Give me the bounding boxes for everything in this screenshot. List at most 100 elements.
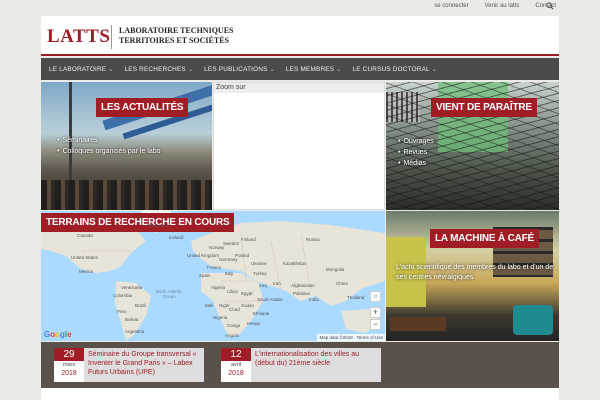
login-link[interactable]: se connecter: [434, 3, 468, 9]
tile-zoom[interactable]: Zoom sur: [213, 82, 385, 210]
chevron-down-icon: ⌄: [336, 66, 342, 73]
tile-actualites-label[interactable]: LES ACTUALITÉS: [96, 98, 189, 117]
footer-strip: [41, 388, 559, 400]
vient-link-ouvrages[interactable]: Ouvrages: [398, 138, 433, 145]
actualites-links: Séminaires Colloques organisés par le la…: [57, 137, 161, 159]
tile-vient-de-paraitre[interactable]: VIENT DE PARAÎTRE Ouvrages Revues Médias: [386, 82, 559, 210]
google-logo[interactable]: Google: [44, 330, 72, 339]
nav-item-publications[interactable]: LES PUBLICATIONS ⌄: [204, 66, 286, 73]
map-label: Argentina: [125, 329, 145, 334]
logo-divider: [111, 25, 112, 49]
tile-terrains-map[interactable]: TERRAINS DE RECHERCHE EN COURS Greenland…: [41, 211, 385, 341]
map-label: Congo: [227, 323, 241, 328]
map-label: Thailand: [347, 295, 365, 300]
map-label: Afghanistan: [291, 283, 315, 288]
tile-cafe-label[interactable]: LA MACHINE À CAFÉ: [430, 229, 540, 248]
map-ocean-label: North Atlantic Ocean: [155, 289, 183, 299]
event-day: 12: [221, 348, 251, 361]
map-label: Kenya: [247, 321, 260, 326]
zoom-heading: Zoom sur: [214, 83, 384, 93]
event-month: avril: [230, 362, 242, 368]
map-label: Sudan: [241, 303, 255, 308]
event-year: 2018: [228, 370, 244, 377]
map-attribution: Map data ©2018 Terms of Use: [317, 334, 385, 341]
chevron-down-icon: ⌄: [431, 66, 438, 73]
map-label: Italy: [225, 271, 234, 276]
map-zoom-out-button[interactable]: −: [370, 319, 381, 330]
map-label: United Kingdom: [187, 253, 220, 258]
event-item[interactable]: 12 avril 2018 L'internationalisation des…: [221, 348, 381, 382]
map-terms-link[interactable]: Terms of Use: [356, 335, 383, 340]
map-zoom-in-button[interactable]: +: [370, 307, 381, 318]
nav-label: LES RECHERCHES: [124, 65, 186, 73]
nav-label: LE CURSUS DOCTORAL: [352, 65, 430, 73]
top-links: se connecter Venir au latts Contact: [434, 3, 556, 9]
logo-subtitle-line-2: TERRITOIRES ET SOCIÉTÉS: [119, 36, 229, 45]
logo-subtitle[interactable]: LABORATOIRE TECHNIQUES TERRITOIRES ET SO…: [119, 26, 233, 46]
nav-item-recherches[interactable]: LES RECHERCHES ⌄: [125, 66, 205, 73]
map-label: Norway: [209, 245, 225, 250]
map-label: Bolivia: [125, 317, 139, 322]
event-date: 12 avril 2018: [221, 348, 251, 382]
map-label: Nigeria: [213, 315, 228, 320]
map-label: Canada: [77, 233, 93, 238]
map-label: Algeria: [211, 285, 226, 290]
map-label: India: [309, 297, 319, 302]
chevron-down-icon: ⌄: [108, 66, 114, 73]
photo-element: [513, 305, 553, 335]
map-label: Iran: [273, 281, 281, 286]
map-label: Venezuela: [121, 285, 143, 290]
map-label: Libya: [227, 289, 238, 294]
map-label: Colombia: [113, 293, 133, 298]
top-bar: se connecter Venir au latts Contact: [0, 0, 600, 16]
tile-terrains-label[interactable]: TERRAINS DE RECHERCHE EN COURS: [41, 213, 235, 232]
map-label: Mongolia: [326, 267, 345, 272]
map-fullscreen-button[interactable]: ▫: [370, 291, 381, 302]
map-label: Russia: [306, 237, 320, 242]
map-label: United States: [71, 255, 99, 260]
nav-item-cursus[interactable]: LE CURSUS DOCTORAL ⌄: [352, 66, 448, 73]
chevron-down-icon: ⌄: [187, 66, 194, 73]
photo-element: [41, 180, 212, 210]
map-label: Spain: [199, 273, 211, 278]
tile-machine-a-cafe[interactable]: LA MACHINE À CAFÉ L'actu scientifique de…: [386, 211, 559, 341]
nav-item-membres[interactable]: LES MEMBRES ⌄: [286, 66, 353, 73]
logo[interactable]: LATTS: [47, 26, 110, 48]
vient-link-revues[interactable]: Revues: [398, 149, 434, 156]
map-label: Ukraine: [251, 261, 267, 266]
map-label: Angola: [225, 333, 240, 338]
map-label: Turkey: [253, 271, 267, 276]
map-data-text: Map data ©2018: [319, 335, 353, 340]
map-label: Saudi Arabia: [257, 297, 283, 302]
main-nav: LE LABORATOIRE ⌄ LES RECHERCHES ⌄ LES PUBL…: [41, 58, 559, 80]
tile-actualites[interactable]: LES ACTUALITÉS Séminaires Colloques orga…: [41, 82, 212, 210]
map-label: Finland: [241, 237, 256, 242]
vient-link-medias[interactable]: Médias: [398, 160, 434, 167]
map-label: Mali: [205, 303, 214, 308]
event-title[interactable]: Séminaire du Groupe transversal « Invent…: [84, 348, 204, 382]
actualites-link-colloques[interactable]: Colloques organisés par le labo: [57, 148, 160, 155]
nav-label: LE LABORATOIRE: [49, 65, 107, 73]
nav-label: LES PUBLICATIONS: [204, 65, 268, 73]
map-label: France: [207, 265, 222, 270]
map-label: Iceland: [169, 235, 184, 240]
site-header: LATTS LABORATOIRE TECHNIQUES TERRITOIRES…: [41, 16, 559, 56]
map-label: Greenland: [147, 223, 169, 228]
search-icon[interactable]: [546, 2, 554, 10]
venir-link[interactable]: Venir au latts: [485, 3, 520, 9]
actualites-link-seminaires[interactable]: Séminaires: [57, 137, 161, 144]
map-label: China: [336, 281, 348, 286]
nav-item-laboratoire[interactable]: LE LABORATOIRE ⌄: [49, 66, 125, 73]
tile-vient-label[interactable]: VIENT DE PARAÎTRE: [431, 98, 537, 117]
event-year: 2018: [61, 370, 77, 377]
event-title[interactable]: L'internationalisation des villes au (dé…: [251, 348, 381, 382]
event-month: mars: [62, 362, 76, 368]
event-day: 29: [54, 348, 84, 361]
vient-links: Ouvrages Revues Médias: [398, 138, 434, 171]
event-item[interactable]: 29 mars 2018 Séminaire du Groupe transve…: [54, 348, 218, 382]
chevron-down-icon: ⌄: [269, 66, 275, 73]
map-label: Pakistan: [293, 291, 311, 296]
map-label: Brazil: [135, 303, 147, 308]
map-label: Ethiopia: [253, 311, 270, 316]
events-strip: 29 mars 2018 Séminaire du Groupe transve…: [41, 342, 559, 388]
